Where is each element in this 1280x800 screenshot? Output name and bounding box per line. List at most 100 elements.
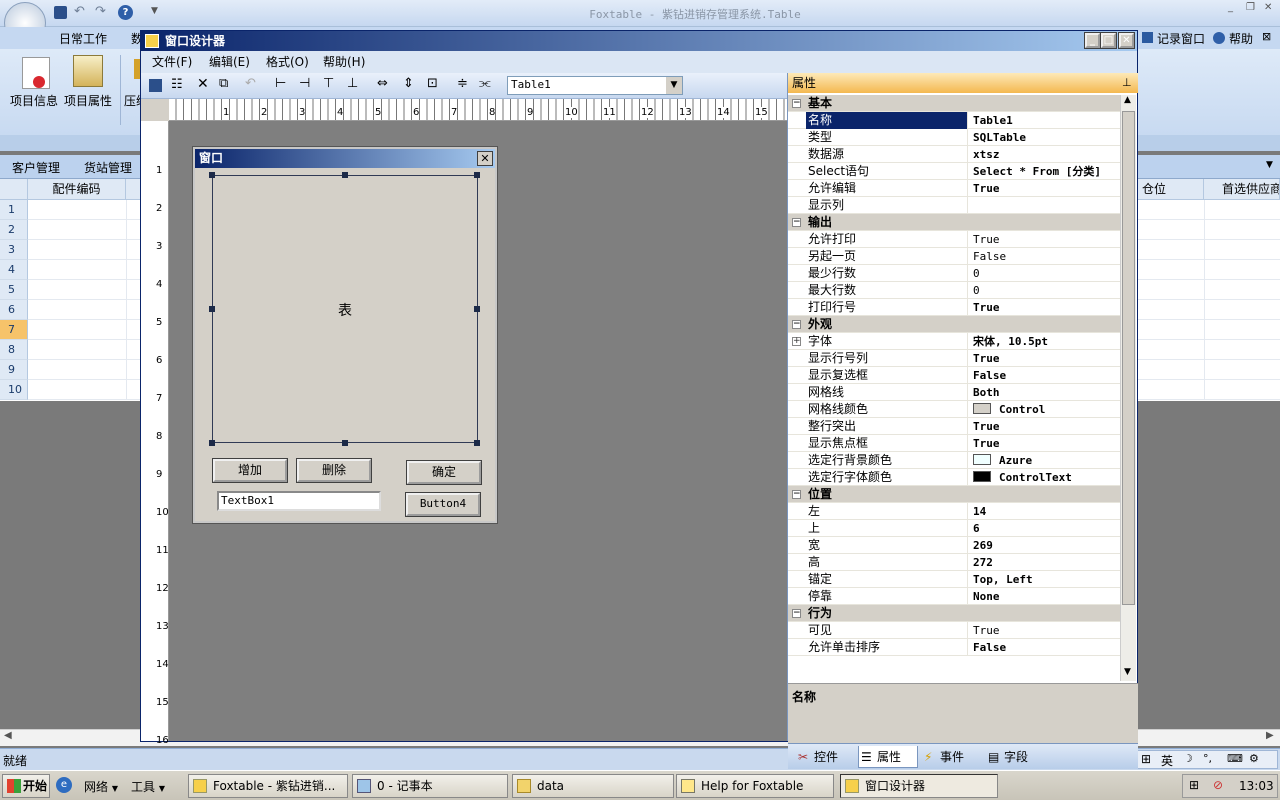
row-number[interactable]: 3 [0, 240, 28, 260]
property-name[interactable]: 允许单击排序 [806, 639, 968, 656]
scroll-left-icon[interactable]: ◀ [4, 730, 12, 741]
close-icon[interactable]: ✕ [1264, 2, 1272, 13]
property-value[interactable]: True [970, 622, 1120, 639]
property-name[interactable]: 字体 [806, 333, 968, 350]
property-name[interactable]: Select语句 [806, 163, 968, 180]
compress-button[interactable]: 压缩 [124, 92, 140, 109]
chevron-down-icon[interactable]: ▼ [666, 77, 682, 94]
ie-icon[interactable]: e [56, 777, 72, 793]
property-row[interactable]: Select语句 Select * From [分类] [788, 163, 1120, 180]
property-name[interactable]: 左 [806, 503, 968, 520]
property-value[interactable]: False [970, 367, 1120, 384]
designer-minimize-button[interactable]: _ [1084, 32, 1101, 49]
property-row[interactable]: 类型 SQLTable [788, 129, 1120, 146]
property-name[interactable]: 上 [806, 520, 968, 537]
ime-tray-icon[interactable]: ⊞ [1189, 778, 1199, 792]
expand-icon[interactable]: + [792, 337, 801, 346]
property-name[interactable]: 显示行号列 [806, 350, 968, 367]
taskbar-item-help[interactable]: Help for Foxtable [676, 774, 834, 798]
undo-icon[interactable]: ↶ [245, 76, 256, 91]
row-number[interactable]: 7 [0, 320, 28, 340]
menu-format[interactable]: 格式(O) [266, 51, 309, 73]
property-category[interactable]: − 外观 [788, 316, 1120, 333]
align-right-icon[interactable]: ⊣ [299, 76, 310, 91]
property-value[interactable]: ControlText [970, 469, 1120, 486]
property-row[interactable]: 显示列 [788, 197, 1120, 214]
restore-icon[interactable]: ❐ [1246, 2, 1255, 13]
properties-icon[interactable]: ☷ [171, 77, 183, 92]
property-name[interactable]: 另起一页 [806, 248, 968, 265]
property-row[interactable]: 宽 269 [788, 537, 1120, 554]
property-row[interactable]: 显示行号列 True [788, 350, 1120, 367]
property-value[interactable]: Control [970, 401, 1120, 418]
vertical-spacing-icon[interactable]: ≑ [457, 76, 468, 91]
delete-button[interactable]: 删除 [296, 458, 372, 483]
property-value[interactable]: 0 [970, 265, 1120, 282]
property-value[interactable]: 6 [970, 520, 1120, 537]
same-width-icon[interactable]: ⇔ [377, 76, 388, 91]
property-row[interactable]: 显示焦点框 True [788, 435, 1120, 452]
property-value[interactable]: False [970, 248, 1120, 265]
copy-icon[interactable]: ⧉ [219, 76, 228, 91]
property-name[interactable]: 打印行号 [806, 299, 968, 316]
moon-icon[interactable]: ☽ [1183, 752, 1193, 765]
property-row[interactable]: 显示复选框 False [788, 367, 1120, 384]
punctuation-icon[interactable]: °, [1203, 752, 1212, 765]
tab-events[interactable]: ⚡ 事件 [922, 746, 982, 768]
control-selector[interactable]: Table1 ▼ [507, 76, 683, 95]
resize-handle[interactable] [342, 440, 348, 446]
resize-handle[interactable] [342, 172, 348, 178]
same-height-icon[interactable]: ⇕ [403, 76, 414, 91]
property-name[interactable]: 最大行数 [806, 282, 968, 299]
property-name[interactable]: 选定行字体颜色 [806, 469, 968, 486]
property-name[interactable]: 允许打印 [806, 231, 968, 248]
property-row[interactable]: 允许单击排序 False [788, 639, 1120, 656]
property-value[interactable]: 0 [970, 282, 1120, 299]
property-value[interactable]: Table1 [970, 112, 1120, 129]
column-header-preferred-supplier[interactable]: 首选供应商 [1204, 179, 1280, 200]
property-value[interactable]: False [970, 639, 1120, 656]
collapse-icon[interactable]: − [792, 320, 801, 329]
taskbar-item-foxtable[interactable]: Foxtable - 紫钻进销... [188, 774, 348, 798]
property-row[interactable]: 左 14 [788, 503, 1120, 520]
property-grid[interactable]: − 基本 名称 Table1 类型 SQLTable 数据源 xtsz Select语句 Sele… [788, 95, 1120, 681]
settings-icon[interactable]: ⚙ [1249, 752, 1259, 765]
property-row[interactable]: 锚定 Top, Left [788, 571, 1120, 588]
minimize-icon[interactable]: _ [1228, 2, 1233, 13]
pin-icon[interactable]: ⊥ [1122, 73, 1132, 93]
collapse-icon[interactable]: − [792, 218, 801, 227]
tab-controls[interactable]: ✂ 控件 [796, 746, 858, 768]
resize-handle[interactable] [209, 172, 215, 178]
row-number[interactable]: 2 [0, 220, 28, 240]
property-row[interactable]: 名称 Table1 [788, 112, 1120, 129]
property-row[interactable]: 最少行数 0 [788, 265, 1120, 282]
property-row[interactable]: 高 272 [788, 554, 1120, 571]
tab-station-management[interactable]: 货站管理 [84, 159, 132, 176]
scroll-right-icon[interactable]: ▶ [1266, 730, 1274, 741]
property-name[interactable]: 网格线 [806, 384, 968, 401]
scroll-thumb[interactable] [1122, 111, 1135, 605]
row-number[interactable]: 5 [0, 280, 28, 300]
same-size-icon[interactable]: ⊡ [427, 76, 438, 91]
form-window[interactable]: 窗口 ✕ 表 增加 删除 确定 TextBox1 Button4 [192, 146, 498, 524]
horizontal-spacing-icon[interactable]: ⫘ [479, 76, 491, 91]
property-row[interactable]: 上6 [788, 520, 1120, 537]
property-value[interactable] [970, 197, 1120, 214]
textbox1[interactable]: TextBox1 [217, 491, 381, 511]
property-row[interactable]: 选定行字体颜色 ControlText [788, 469, 1120, 486]
property-row[interactable]: 允许编辑 True [788, 180, 1120, 197]
property-row[interactable]: 整行突出 True [788, 418, 1120, 435]
property-value[interactable]: 272 [970, 554, 1120, 571]
property-value[interactable]: xtsz [970, 146, 1120, 163]
property-value[interactable]: True [970, 299, 1120, 316]
property-value[interactable]: None [970, 588, 1120, 605]
menu-help[interactable]: 帮助(H) [323, 51, 365, 73]
property-value[interactable]: True [970, 435, 1120, 452]
collapse-icon[interactable]: − [792, 490, 801, 499]
property-value[interactable]: Azure [970, 452, 1120, 469]
network-toolbar[interactable]: 网络 ▼ [84, 778, 118, 795]
property-name[interactable]: 显示焦点框 [806, 435, 968, 452]
help-button[interactable]: 帮助 [1229, 30, 1253, 47]
row-number[interactable]: 1 [0, 200, 28, 220]
property-category[interactable]: − 行为 [788, 605, 1120, 622]
